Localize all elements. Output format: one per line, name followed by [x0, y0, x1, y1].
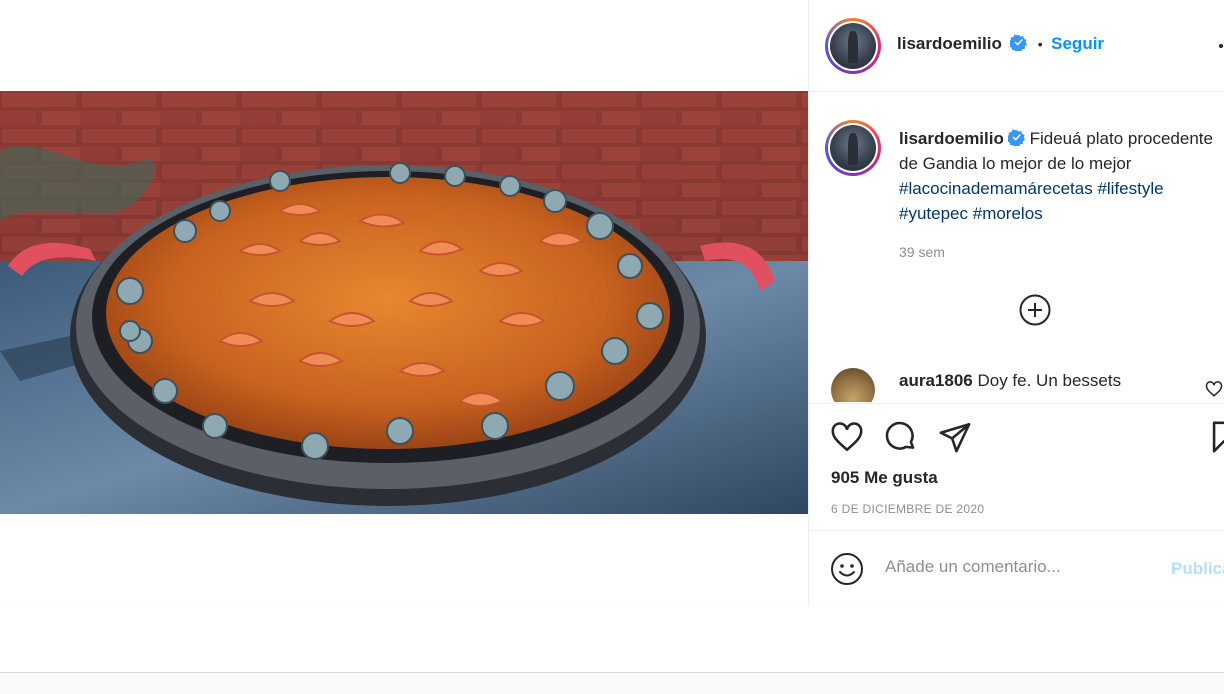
post-header: lisardoemilio • Seguir	[809, 0, 1224, 92]
like-heart-icon[interactable]	[830, 420, 864, 454]
likes-count[interactable]: 905 Me gusta	[831, 468, 938, 488]
caption-username[interactable]: lisardoemilio	[899, 129, 1004, 148]
comment-bubble-icon[interactable]	[884, 420, 918, 454]
save-bookmark-icon[interactable]	[1207, 420, 1224, 454]
header-separator: •	[1037, 36, 1043, 52]
comment-input[interactable]	[885, 557, 1145, 577]
below-post-area	[0, 607, 1224, 673]
load-more-comments-button[interactable]	[1019, 294, 1051, 326]
comment-text: Doy fe. Un bessets	[977, 371, 1122, 390]
commenter-username[interactable]: aura1806	[899, 371, 973, 390]
hashtag-link[interactable]: #yutepec	[899, 204, 968, 223]
caption-timestamp[interactable]: 39 sem	[899, 244, 945, 260]
share-paper-plane-icon[interactable]	[938, 420, 972, 454]
add-comment-bar: Publicar	[809, 531, 1224, 606]
author-username[interactable]: lisardoemilio	[897, 34, 1002, 53]
verified-badge-icon	[1010, 34, 1028, 51]
header-user-line: lisardoemilio • Seguir	[897, 34, 1104, 54]
publish-comment-button[interactable]: Publicar	[1171, 559, 1224, 579]
post-actions: 905 Me gusta 6 DE DICIEMBRE DE 2020	[809, 403, 1224, 531]
paella-image	[0, 91, 808, 514]
hashtag-link[interactable]: #lacocinademamárecetas	[899, 179, 1093, 198]
follow-button[interactable]: Seguir	[1051, 34, 1104, 53]
plus-circle-icon	[1019, 294, 1051, 326]
post-photo[interactable]	[0, 91, 808, 514]
post-container: lisardoemilio • Seguir lisardoemilio Fid…	[0, 0, 1224, 606]
commenter-avatar[interactable]	[831, 368, 875, 402]
more-options-icon[interactable]	[1211, 36, 1224, 56]
post-date[interactable]: 6 DE DICIEMBRE DE 2020	[831, 502, 984, 516]
post-caption: lisardoemilio Fideuá plato procedente de…	[899, 126, 1219, 226]
comment-item: aura1806 Doy fe. Un bessets	[831, 368, 1224, 402]
author-avatar[interactable]	[825, 18, 881, 74]
caption-verified-badge-icon	[1007, 129, 1025, 146]
post-media	[0, 0, 808, 606]
comment-like-heart-icon[interactable]	[1205, 380, 1223, 398]
post-side-panel: lisardoemilio • Seguir lisardoemilio Fid…	[808, 0, 1224, 606]
hashtag-link[interactable]: #morelos	[973, 204, 1043, 223]
emoji-smiley-icon[interactable]	[830, 552, 864, 586]
hashtag-link[interactable]: #lifestyle	[1097, 179, 1163, 198]
caption-author-avatar[interactable]	[825, 120, 881, 176]
